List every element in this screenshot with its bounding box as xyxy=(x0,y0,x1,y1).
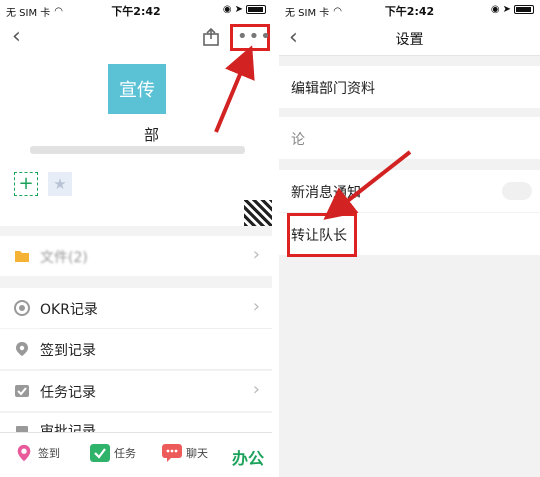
blurred-description xyxy=(30,146,245,154)
chevron-right-icon: › xyxy=(252,296,260,317)
tab-chat[interactable]: 聊天 xyxy=(162,444,208,462)
row-files-label: 文件(2) xyxy=(40,250,88,266)
tab-chat-label: 聊天 xyxy=(186,447,208,460)
settings-item-label: 论 xyxy=(291,132,305,148)
row-checkin-label: 签到记录 xyxy=(40,343,96,359)
settings-item-edit-department[interactable]: 编辑部门资料 xyxy=(279,66,540,108)
favorite-button[interactable]: ★ xyxy=(48,172,72,196)
lock-rotation-icon: ◉ xyxy=(490,4,500,15)
row-checkin[interactable]: 签到记录 xyxy=(0,329,272,369)
qr-code-fragment xyxy=(244,200,272,226)
checkbox-icon xyxy=(90,444,110,462)
tab-task-label: 任务 xyxy=(114,447,136,460)
add-member-button[interactable]: + xyxy=(14,172,38,196)
department-avatar: 宣传 xyxy=(108,64,166,114)
battery-icon xyxy=(246,5,266,14)
location-arrow-icon: ➤ xyxy=(234,4,243,15)
plus-icon: + xyxy=(18,173,34,194)
row-task[interactable]: 任务记录 › xyxy=(0,371,272,411)
location-pin-icon xyxy=(16,342,28,356)
chevron-right-icon: › xyxy=(252,379,260,400)
tab-office[interactable]: 办公 xyxy=(232,445,264,469)
settings-nav-bar: ‹ 设置 xyxy=(279,20,540,56)
settings-item-label: 新消息通知 xyxy=(291,185,361,201)
back-chevron-icon[interactable]: ‹ xyxy=(12,26,21,48)
page-title: 设置 xyxy=(395,32,424,48)
share-icon[interactable] xyxy=(203,28,219,46)
location-arrow-icon: ➤ xyxy=(502,4,511,15)
profile-header: ‹ ••• 宣传 部 + ★ xyxy=(0,20,272,226)
more-dots-icon[interactable]: ••• xyxy=(237,28,272,46)
star-icon: ★ xyxy=(53,175,67,193)
target-icon xyxy=(14,300,30,316)
status-bar: 无 SIM 卡 ◠ 下午2:42 ◉ ➤ xyxy=(0,0,272,20)
more-button-highlight[interactable]: ••• xyxy=(230,24,272,51)
tab-checkin[interactable]: 签到 xyxy=(14,444,60,462)
location-pin-icon xyxy=(17,444,31,462)
row-okr[interactable]: OKR记录 › xyxy=(0,288,272,328)
chevron-right-icon: › xyxy=(252,244,260,265)
settings-item-discussion[interactable]: 论 xyxy=(279,117,540,159)
bottom-tab-bar: 签到 任务 聊天 办公 xyxy=(0,432,272,477)
screen-gutter xyxy=(272,0,279,477)
status-right: ◉ ➤ xyxy=(223,4,266,15)
tab-checkin-label: 签到 xyxy=(38,447,60,460)
lock-rotation-icon: ◉ xyxy=(222,4,232,15)
status-right: ◉ ➤ xyxy=(491,4,534,15)
settings-item-label: 编辑部门资料 xyxy=(291,81,375,97)
battery-icon xyxy=(514,5,534,14)
row-okr-label: OKR记录 xyxy=(40,302,98,318)
folder-icon xyxy=(15,251,29,262)
department-name: 部 xyxy=(144,126,160,144)
transfer-leader-highlight xyxy=(287,213,357,257)
row-task-label: 任务记录 xyxy=(40,385,96,401)
checkbox-icon xyxy=(15,385,29,397)
row-approval[interactable]: 审批记录 xyxy=(0,413,272,433)
department-profile-screen: 无 SIM 卡 ◠ 下午2:42 ◉ ➤ ‹ ••• 宣传 部 + ★ 文件(2… xyxy=(0,0,272,477)
chat-bubble-icon xyxy=(162,444,182,462)
settings-item-new-message-notify[interactable]: 新消息通知 xyxy=(279,170,540,212)
row-files[interactable]: 文件(2) › xyxy=(0,236,272,276)
notification-toggle[interactable] xyxy=(502,182,532,200)
settings-screen: 无 SIM 卡 ◠ 下午2:42 ◉ ➤ ‹ 设置 编辑部门资料 论 新消息通知… xyxy=(279,0,540,477)
divider xyxy=(40,369,272,370)
status-bar: 无 SIM 卡 ◠ 下午2:42 ◉ ➤ xyxy=(279,0,540,20)
tab-task[interactable]: 任务 xyxy=(90,444,136,462)
